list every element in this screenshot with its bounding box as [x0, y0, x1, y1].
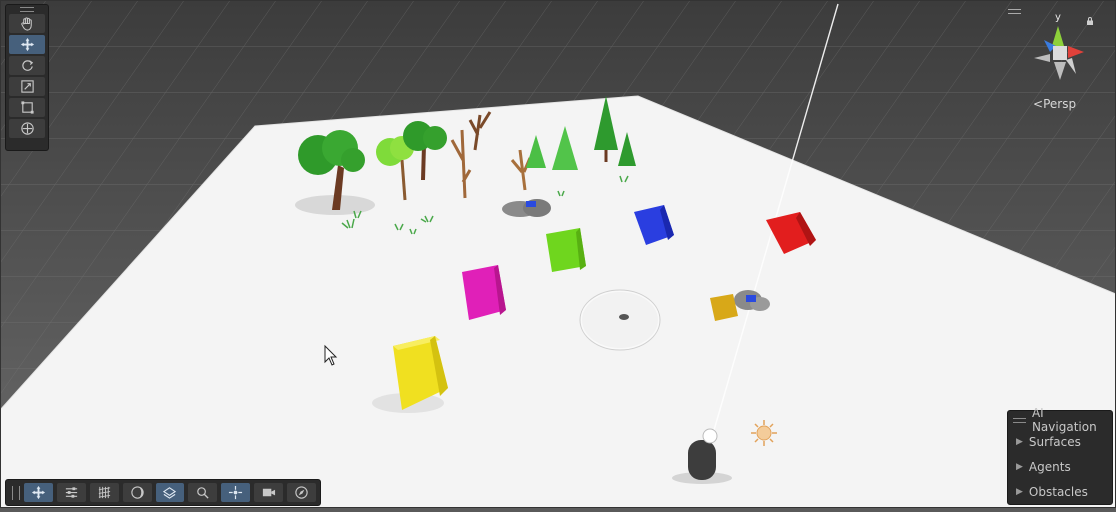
camera-icon	[263, 488, 276, 497]
layers-icon	[163, 487, 177, 499]
grid-hatch-icon	[98, 486, 110, 499]
panel-grip[interactable]	[6, 5, 48, 13]
scale-icon	[20, 80, 34, 93]
expand-arrow-icon: ▶	[1016, 486, 1023, 497]
snap-icon	[229, 485, 243, 500]
green-cube[interactable]	[546, 228, 586, 272]
ai-navigation-panel: AI Navigation ▶ Surfaces ▶ Agents ▶ Obst…	[1007, 406, 1113, 505]
projection-toggle[interactable]: <Persp	[1033, 97, 1076, 111]
nav-item-label: Obstacles	[1028, 484, 1088, 499]
nav-item-obstacles[interactable]: ▶ Obstacles	[1008, 479, 1112, 504]
persp-arrow-icon: <	[1033, 97, 1044, 111]
lighting-button[interactable]	[122, 483, 152, 502]
search-button[interactable]	[188, 483, 218, 502]
move-icon	[31, 485, 45, 500]
search-icon	[197, 487, 209, 499]
sliders-button[interactable]	[56, 483, 86, 502]
hand-icon	[20, 17, 32, 31]
scene-viewport[interactable]	[0, 0, 1116, 509]
gizmo-center-cube[interactable]	[1053, 46, 1067, 60]
ai-navigation-title: AI Navigation	[1031, 406, 1097, 434]
panel-grip-icon	[1013, 417, 1026, 423]
gizmo-y-label: y	[1055, 12, 1061, 23]
projection-label: Persp	[1043, 97, 1077, 111]
camera-button[interactable]	[254, 483, 284, 502]
lighting-icon	[130, 486, 144, 499]
compass-icon	[295, 486, 308, 499]
toolbar-grip[interactable]	[12, 485, 20, 500]
scale-tool-button[interactable]	[9, 77, 45, 96]
neg-z-cone[interactable]	[1066, 58, 1076, 74]
rotate-icon	[21, 60, 33, 71]
x-axis-cone[interactable]	[1068, 46, 1084, 58]
move-tool-button[interactable]	[9, 35, 45, 54]
y-axis-cone[interactable]	[1052, 26, 1064, 46]
move-icon	[20, 37, 34, 52]
move-overlay-button[interactable]	[23, 483, 53, 502]
snap-button[interactable]	[221, 483, 251, 502]
transform-icon	[20, 122, 34, 135]
expand-arrow-icon: ▶	[1016, 461, 1023, 472]
grid-button[interactable]	[89, 483, 119, 502]
rect-icon	[20, 101, 34, 114]
scene-canvas[interactable]	[0, 0, 1116, 509]
hand-tool-button[interactable]	[9, 14, 45, 33]
scene-tools-panel	[5, 4, 49, 151]
neg-y-cone[interactable]	[1054, 62, 1066, 80]
sliders-icon	[65, 487, 77, 498]
nav-item-label: Surfaces	[1028, 434, 1081, 449]
expand-arrow-icon: ▶	[1016, 436, 1023, 447]
layers-button[interactable]	[155, 483, 185, 502]
ai-navigation-header[interactable]: AI Navigation	[1008, 406, 1112, 434]
rotate-tool-button[interactable]	[9, 56, 45, 75]
magenta-cube[interactable]	[462, 265, 506, 320]
nav-item-agents[interactable]: ▶ Agents	[1008, 454, 1112, 479]
orientation-gizmo[interactable]: y	[1020, 10, 1110, 100]
rect-tool-button[interactable]	[9, 98, 45, 117]
disc-platform[interactable]	[579, 289, 661, 351]
transform-tool-button[interactable]	[9, 119, 45, 138]
nav-item-label: Agents	[1028, 459, 1071, 474]
neg-x-cone[interactable]	[1034, 54, 1050, 62]
overlay-toolbar	[5, 479, 321, 506]
compass-button[interactable]	[287, 483, 316, 502]
